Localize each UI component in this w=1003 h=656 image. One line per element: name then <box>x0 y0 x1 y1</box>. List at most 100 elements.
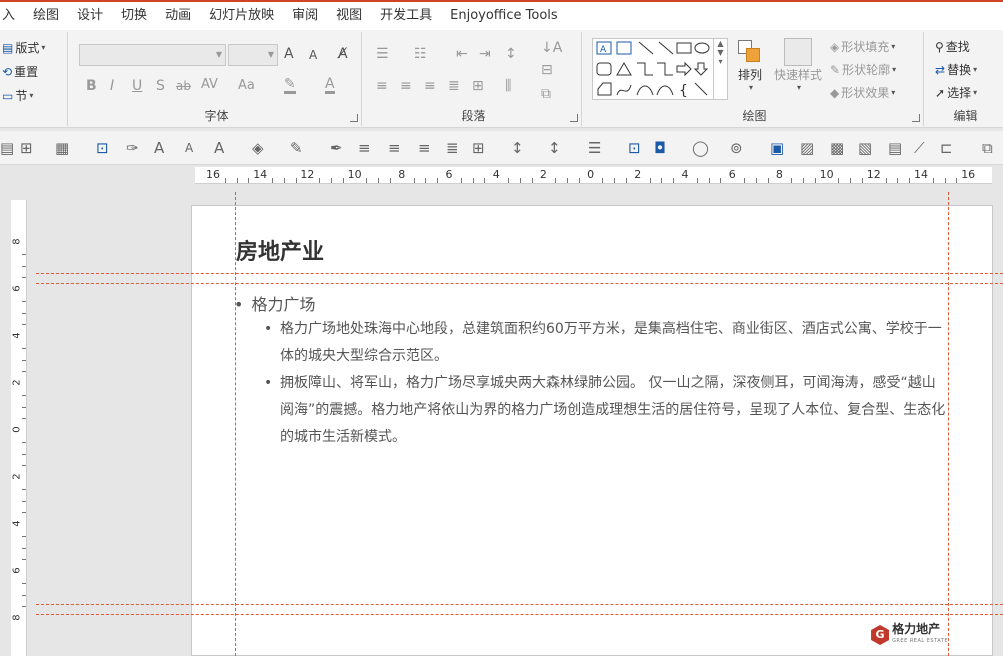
font-size-combo[interactable]: ▼ <box>228 44 278 66</box>
picture-icon[interactable]: ▨ <box>800 139 814 157</box>
replace-button[interactable]: ⇄ 替换 ▾ <box>935 61 977 78</box>
select-button[interactable]: ➚ 选择 ▾ <box>935 84 977 101</box>
arrange-button[interactable]: 排列 ▾ <box>736 38 764 92</box>
fill-color-icon[interactable]: ◈ <box>252 139 264 157</box>
eyedropper-icon[interactable]: ✒ <box>330 139 343 157</box>
shape-outline-icon[interactable]: ◯ <box>692 139 709 157</box>
text-direction-icon[interactable]: ↓A <box>541 40 562 56</box>
shapes-scrollbar[interactable]: ▲ ▼ ▾ <box>714 38 728 100</box>
guide-line[interactable] <box>36 614 1003 615</box>
columns-icon[interactable]: ⫼ <box>505 78 511 94</box>
tab-developer[interactable]: 开发工具 <box>371 3 441 29</box>
decrease-indent-icon[interactable]: ⇤ <box>456 46 468 62</box>
bullet-level1[interactable]: • 格力广场 <box>234 291 315 315</box>
distribute-icon[interactable]: ⊞ <box>472 139 485 157</box>
align-objects-icon[interactable]: ⊏ <box>940 139 953 157</box>
italic-button[interactable]: I <box>110 78 114 94</box>
bullet-level2-item[interactable]: • 拥板障山、将军山，格力广场尽享城央两大森林绿肺公园。 仅一山之隔，深夜侧耳，… <box>264 370 948 451</box>
underline-button[interactable]: U <box>132 78 142 94</box>
shapes-icon[interactable]: ◘ <box>654 139 666 157</box>
bullet-level2-item[interactable]: • 格力广场地处珠海中心地段，总建筑面积约60万平方米，是集高档住宅、商业街区、… <box>264 316 948 370</box>
chevron-down-icon[interactable]: ▼ <box>714 48 727 57</box>
guide-line[interactable] <box>948 192 949 656</box>
bold-button[interactable]: B <box>86 78 97 94</box>
change-case-button[interactable]: Aa <box>238 78 255 93</box>
increase-indent-icon[interactable]: ⇥ <box>479 46 491 62</box>
merge-shapes-icon[interactable]: ⊚ <box>730 139 743 157</box>
vertical-ruler[interactable]: 8 6 4 2 0 2 4 6 8 <box>11 200 27 656</box>
font-color-button[interactable]: A <box>325 77 335 94</box>
align-right-icon[interactable]: ≡ <box>424 78 436 94</box>
tab-insert[interactable]: 入 <box>0 3 24 29</box>
horizontal-ruler[interactable]: 16 14 12 10 8 6 4 2 0 2 4 6 8 10 12 14 16 <box>195 167 992 184</box>
guide-line[interactable] <box>235 192 236 656</box>
chevron-up-icon[interactable]: ▲ <box>714 39 727 48</box>
shape-outline-button[interactable]: ✎ 形状轮廓 ▾ <box>830 61 896 78</box>
slide-title[interactable]: 房地产业 <box>236 234 324 266</box>
justify-icon[interactable]: ≣ <box>448 78 460 94</box>
paragraph-dialog-launcher-icon[interactable] <box>570 114 578 122</box>
bullets-icon[interactable]: ☰ <box>376 46 389 62</box>
font-dialog-launcher-icon[interactable] <box>350 114 358 122</box>
tab-transitions[interactable]: 切换 <box>112 3 156 29</box>
bullets-icon[interactable]: ☰ <box>588 139 601 157</box>
section-button[interactable]: ▭ 节 ▾ <box>2 87 33 104</box>
format-painter-icon[interactable]: ✑ <box>126 139 139 157</box>
frame-icon[interactable]: ⊞ <box>20 139 33 157</box>
align-text-icon[interactable]: ⊟ <box>541 62 553 78</box>
find-button[interactable]: ⚲ 查找 <box>935 38 970 55</box>
tab-design[interactable]: 设计 <box>68 3 112 29</box>
shape-effects-button[interactable]: ◆ 形状效果 ▾ <box>830 84 895 101</box>
guide-line[interactable] <box>36 273 1003 274</box>
highlight-icon[interactable]: ✎ <box>290 139 303 157</box>
distributed-icon[interactable]: ⊞ <box>472 78 484 94</box>
quick-styles-button[interactable]: 快速样式 ▾ <box>774 38 822 92</box>
strikethrough-button[interactable]: ab <box>176 79 191 93</box>
more-shapes-icon[interactable]: ▾ <box>714 57 727 66</box>
shapes-gallery[interactable]: A { <box>592 38 714 100</box>
line-spacing-icon[interactable]: ↕ <box>505 46 517 62</box>
guide-line[interactable] <box>36 283 1003 284</box>
crop-icon[interactable]: ▩ <box>830 139 844 157</box>
group-icon[interactable]: ⧉ <box>982 139 993 157</box>
reset-button[interactable]: ⟲ 重置 <box>2 63 38 80</box>
align-center-icon[interactable]: ≡ <box>400 78 412 94</box>
layout-button[interactable]: ▤ 版式 ▾ <box>2 39 45 56</box>
line-spacing-icon[interactable]: ↕ <box>548 139 561 157</box>
tab-enjoyoffice[interactable]: Enjoyoffice Tools <box>441 3 567 29</box>
photo-icon[interactable]: ▧ <box>858 139 872 157</box>
align-left-icon[interactable]: ≡ <box>358 139 371 157</box>
tab-review[interactable]: 审阅 <box>283 3 327 29</box>
text-direction-icon[interactable]: ↕ <box>511 139 524 157</box>
char-spacing-button[interactable]: AV <box>201 77 218 92</box>
justify-icon[interactable]: ≣ <box>446 139 459 157</box>
align-right-icon[interactable]: ≡ <box>418 139 431 157</box>
frame-picture-icon[interactable]: ▤ <box>888 139 902 157</box>
clear-format-icon[interactable]: A̸ <box>338 46 348 62</box>
tab-slideshow[interactable]: 幻灯片放映 <box>200 3 283 29</box>
shrink-font-icon[interactable]: A <box>309 48 317 62</box>
effects-icon[interactable]: ⟋ <box>914 139 925 157</box>
align-left-icon[interactable]: ≡ <box>376 78 388 94</box>
drawing-dialog-launcher-icon[interactable] <box>912 114 920 122</box>
grow-font-icon[interactable]: A <box>154 139 164 157</box>
shadow-button[interactable]: S <box>156 78 165 94</box>
align-center-icon[interactable]: ≡ <box>388 139 401 157</box>
smartart-icon[interactable]: ⧉ <box>541 86 551 102</box>
tab-animations[interactable]: 动画 <box>156 3 200 29</box>
shrink-font-icon[interactable]: A <box>185 141 193 155</box>
toolbar-icon[interactable]: ▤ <box>0 139 14 157</box>
tab-draw[interactable]: 绘图 <box>24 3 68 29</box>
table-icon[interactable]: ▦ <box>55 139 69 157</box>
textbox-icon[interactable]: ⊡ <box>628 139 641 157</box>
guide-line[interactable] <box>36 604 1003 605</box>
highlight-icon[interactable]: ✎ <box>284 77 296 94</box>
numbering-icon[interactable]: ☷ <box>414 46 427 62</box>
grow-font-icon[interactable]: A <box>284 46 294 62</box>
font-color-icon[interactable]: A <box>214 139 224 157</box>
font-name-combo[interactable]: ▼ <box>79 44 226 66</box>
shape-fill-button[interactable]: ◈ 形状填充 ▾ <box>830 38 895 55</box>
textbox-icon[interactable]: ⊡ <box>96 139 109 157</box>
tab-view[interactable]: 视图 <box>327 3 371 29</box>
image-icon[interactable]: ▣ <box>770 139 784 157</box>
